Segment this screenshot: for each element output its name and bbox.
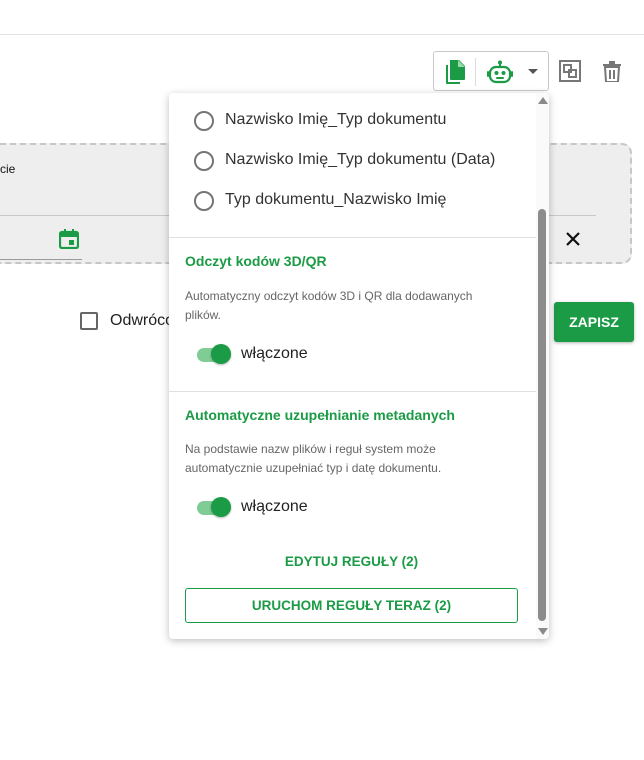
- document-toolbar-group: [433, 51, 549, 91]
- section-divider: [169, 391, 536, 392]
- metadata-section-description: Na podstawie nazw plików i reguł system …: [185, 442, 442, 475]
- toggle-knob: [211, 344, 231, 364]
- scroll-up-arrow-icon[interactable]: [538, 97, 548, 104]
- naming-option-label: Nazwisko Imię_Typ dokumentu: [225, 111, 447, 128]
- section-divider: [169, 237, 536, 238]
- qr-toggle-label: włączone: [241, 345, 308, 362]
- card-divider: [0, 215, 170, 216]
- metadata-toggle-label: włączone: [241, 498, 308, 515]
- metadata-section-title: Automatyczne uzupełnianie metadanych: [185, 407, 455, 423]
- document-copy-icon[interactable]: [443, 59, 467, 85]
- card-field-label: cie: [0, 162, 16, 176]
- header-divider: [0, 34, 644, 35]
- card-divider-right: [548, 215, 596, 216]
- reverse-checkbox[interactable]: [80, 312, 98, 330]
- toggle-knob: [211, 497, 231, 517]
- radio-button[interactable]: [194, 151, 214, 171]
- save-button[interactable]: ZAPISZ: [554, 302, 634, 342]
- radio-button[interactable]: [194, 191, 214, 211]
- reverse-checkbox-label: Odwróco: [110, 312, 175, 329]
- split-icon[interactable]: [559, 60, 581, 82]
- metadata-toggle[interactable]: [197, 496, 233, 518]
- calendar-icon[interactable]: [59, 229, 79, 249]
- naming-option-1[interactable]: Nazwisko Imię_Typ dokumentu: [169, 104, 529, 136]
- naming-option-label: Nazwisko Imię_Typ dokumentu (Data): [225, 151, 496, 168]
- robot-icon[interactable]: [487, 60, 513, 84]
- robot-settings-dropdown: Nazwisko Imię_Typ dokumentu Nazwisko Imi…: [169, 93, 549, 639]
- toolbar-separator: [475, 58, 476, 86]
- naming-option-2[interactable]: Nazwisko Imię_Typ dokumentu (Data): [169, 144, 529, 176]
- scrollbar-thumb[interactable]: [538, 209, 546, 621]
- chevron-down-icon[interactable]: [528, 69, 538, 74]
- naming-option-label: Typ dokumentu_Nazwisko Imię: [225, 191, 447, 208]
- naming-option-3[interactable]: Typ dokumentu_Nazwisko Imię: [169, 184, 529, 216]
- qr-section-title: Odczyt kodów 3D/QR: [185, 253, 327, 269]
- qr-section-description: Automatyczny odczyt kodów 3D i QR dla do…: [185, 289, 473, 322]
- close-icon[interactable]: [565, 231, 581, 247]
- date-field-underline: [0, 259, 82, 260]
- radio-button[interactable]: [194, 111, 214, 131]
- qr-toggle[interactable]: [197, 343, 233, 365]
- scroll-down-arrow-icon[interactable]: [538, 628, 548, 635]
- edit-rules-button[interactable]: EDYTUJ REGUŁY (2): [185, 545, 518, 577]
- trash-icon[interactable]: [603, 61, 621, 82]
- run-rules-button[interactable]: URUCHOM REGUŁY TERAZ (2): [185, 588, 518, 623]
